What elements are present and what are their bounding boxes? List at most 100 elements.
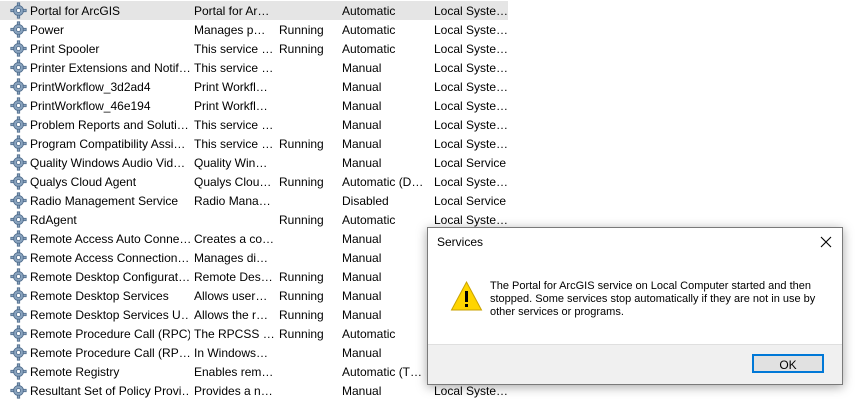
service-name: Power — [30, 23, 65, 37]
service-gear-icon — [10, 382, 27, 399]
service-startup-type: Manual — [342, 384, 382, 398]
service-row[interactable]: Radio Management Service Radio Mana… Disab… — [0, 191, 508, 210]
service-startup-type: Manual — [342, 80, 382, 94]
service-startup-type: Disabled — [342, 194, 389, 208]
services-dialog: Services The Portal for ArcGIS service o… — [427, 227, 843, 385]
service-startup-type: Manual — [342, 99, 382, 113]
service-name: PrintWorkflow_3d2ad4 — [30, 80, 151, 94]
service-row[interactable]: Quality Windows Audio Vid… Quality Win… Ma… — [0, 153, 508, 172]
service-name: PrintWorkflow_46e194 — [30, 99, 151, 113]
service-name: Qualys Cloud Agent — [30, 175, 137, 189]
service-gear-icon — [10, 363, 27, 380]
service-gear-icon — [10, 21, 27, 38]
service-gear-icon — [10, 97, 27, 114]
service-logon-as: Local Syste… — [434, 4, 508, 18]
service-name: Remote Registry — [30, 365, 120, 379]
service-logon-as: Local Syste… — [434, 384, 508, 398]
service-name: Remote Desktop Services — [30, 289, 169, 303]
service-logon-as: Local Syste… — [434, 213, 508, 227]
service-description: Creates a co… — [194, 232, 274, 246]
service-row[interactable]: Program Compatibility Assi… This service … — [0, 134, 508, 153]
service-row[interactable]: PrintWorkflow_3d2ad4 Print Workfl… Manual L… — [0, 77, 508, 96]
service-logon-as: Local Syste… — [434, 137, 508, 151]
service-row[interactable]: PrintWorkflow_46e194 Print Workfl… Manual L… — [0, 96, 508, 115]
service-gear-icon — [10, 249, 27, 266]
service-gear-icon — [10, 135, 27, 152]
service-startup-type: Manual — [342, 251, 382, 265]
service-name: Printer Extensions and Notif… — [30, 61, 190, 75]
service-startup-type: Automatic (T… — [342, 365, 423, 379]
service-gear-icon — [10, 325, 27, 342]
service-description: This service … — [194, 61, 274, 75]
service-status: Running — [279, 175, 324, 189]
service-description: In Windows… — [194, 346, 269, 360]
service-status: Running — [279, 289, 324, 303]
service-gear-icon — [10, 173, 27, 190]
service-description: Manages di… — [194, 251, 269, 265]
service-logon-as: Local Syste… — [434, 61, 508, 75]
service-description: Portal for Ar… — [194, 4, 270, 18]
service-name: Quality Windows Audio Vid… — [30, 156, 186, 170]
close-icon — [820, 236, 832, 248]
service-description: Remote Des… — [194, 270, 273, 284]
service-gear-icon — [10, 287, 27, 304]
service-gear-icon — [10, 230, 27, 247]
service-name: Remote Desktop Configurat… — [30, 270, 190, 284]
service-row[interactable]: Problem Reports and Soluti… This service … — [0, 115, 508, 134]
service-startup-type: Automatic — [342, 23, 396, 37]
service-gear-icon — [10, 211, 27, 228]
ok-button[interactable]: OK — [752, 354, 824, 373]
service-gear-icon — [10, 116, 27, 133]
warning-icon — [450, 280, 483, 313]
service-gear-icon — [10, 344, 27, 361]
service-status: Running — [279, 308, 324, 322]
service-gear-icon — [10, 78, 27, 95]
service-startup-type: Manual — [342, 156, 382, 170]
service-description: Print Workfl… — [194, 80, 268, 94]
service-startup-type: Manual — [342, 232, 382, 246]
service-startup-type: Manual — [342, 61, 382, 75]
service-name: Resultant Set of Policy Provi… — [30, 384, 190, 398]
service-name: RdAgent — [30, 213, 77, 227]
service-row[interactable]: Print Spooler This service … Running Automa… — [0, 39, 508, 58]
service-logon-as: Local Service — [434, 194, 507, 208]
service-row[interactable]: Printer Extensions and Notif… This servic… — [0, 58, 508, 77]
dialog-footer: OK — [428, 344, 842, 384]
service-description: Quality Win… — [194, 156, 268, 170]
service-name: Remote Procedure Call (RPC) — [30, 327, 190, 341]
service-startup-type: Manual — [342, 308, 382, 322]
service-startup-type: Automatic — [342, 4, 396, 18]
service-status: Running — [279, 327, 324, 341]
service-name: Portal for ArcGIS — [30, 4, 121, 18]
service-status: Running — [279, 23, 324, 37]
service-name: Remote Access Auto Conne… — [30, 232, 190, 246]
service-row[interactable]: Portal for ArcGIS Portal for Ar… Automatic… — [0, 1, 508, 20]
service-logon-as: Local Syste… — [434, 118, 508, 132]
service-gear-icon — [10, 268, 27, 285]
service-description: Qualys Clou… — [194, 175, 272, 189]
service-name: Remote Procedure Call (RP… — [30, 346, 190, 360]
service-logon-as: Local Service — [434, 156, 507, 170]
service-description: Enables rem… — [194, 365, 274, 379]
service-description: Print Workfl… — [194, 99, 268, 113]
service-description: Radio Mana… — [194, 194, 271, 208]
service-name: Remote Access Connection… — [30, 251, 190, 265]
service-status: Running — [279, 137, 324, 151]
service-name: Problem Reports and Soluti… — [30, 118, 189, 132]
service-gear-icon — [10, 154, 27, 171]
service-gear-icon — [10, 40, 27, 57]
service-row[interactable]: Qualys Cloud Agent Qualys Clou… Running Aut… — [0, 172, 508, 191]
service-startup-type: Automatic — [342, 327, 396, 341]
service-row[interactable]: Power Manages p… Running Automatic Local Sys… — [0, 20, 508, 39]
service-startup-type: Manual — [342, 137, 382, 151]
service-description: Manages p… — [194, 23, 266, 37]
service-startup-type: Manual — [342, 346, 382, 360]
service-description: This service … — [194, 118, 274, 132]
service-description: This service … — [194, 42, 274, 56]
service-logon-as: Local Syste… — [434, 23, 508, 37]
service-gear-icon — [10, 306, 27, 323]
service-name: Program Compatibility Assi… — [30, 137, 186, 151]
close-button[interactable] — [810, 228, 842, 256]
service-description: Allows user… — [194, 289, 268, 303]
service-gear-icon — [10, 2, 27, 19]
